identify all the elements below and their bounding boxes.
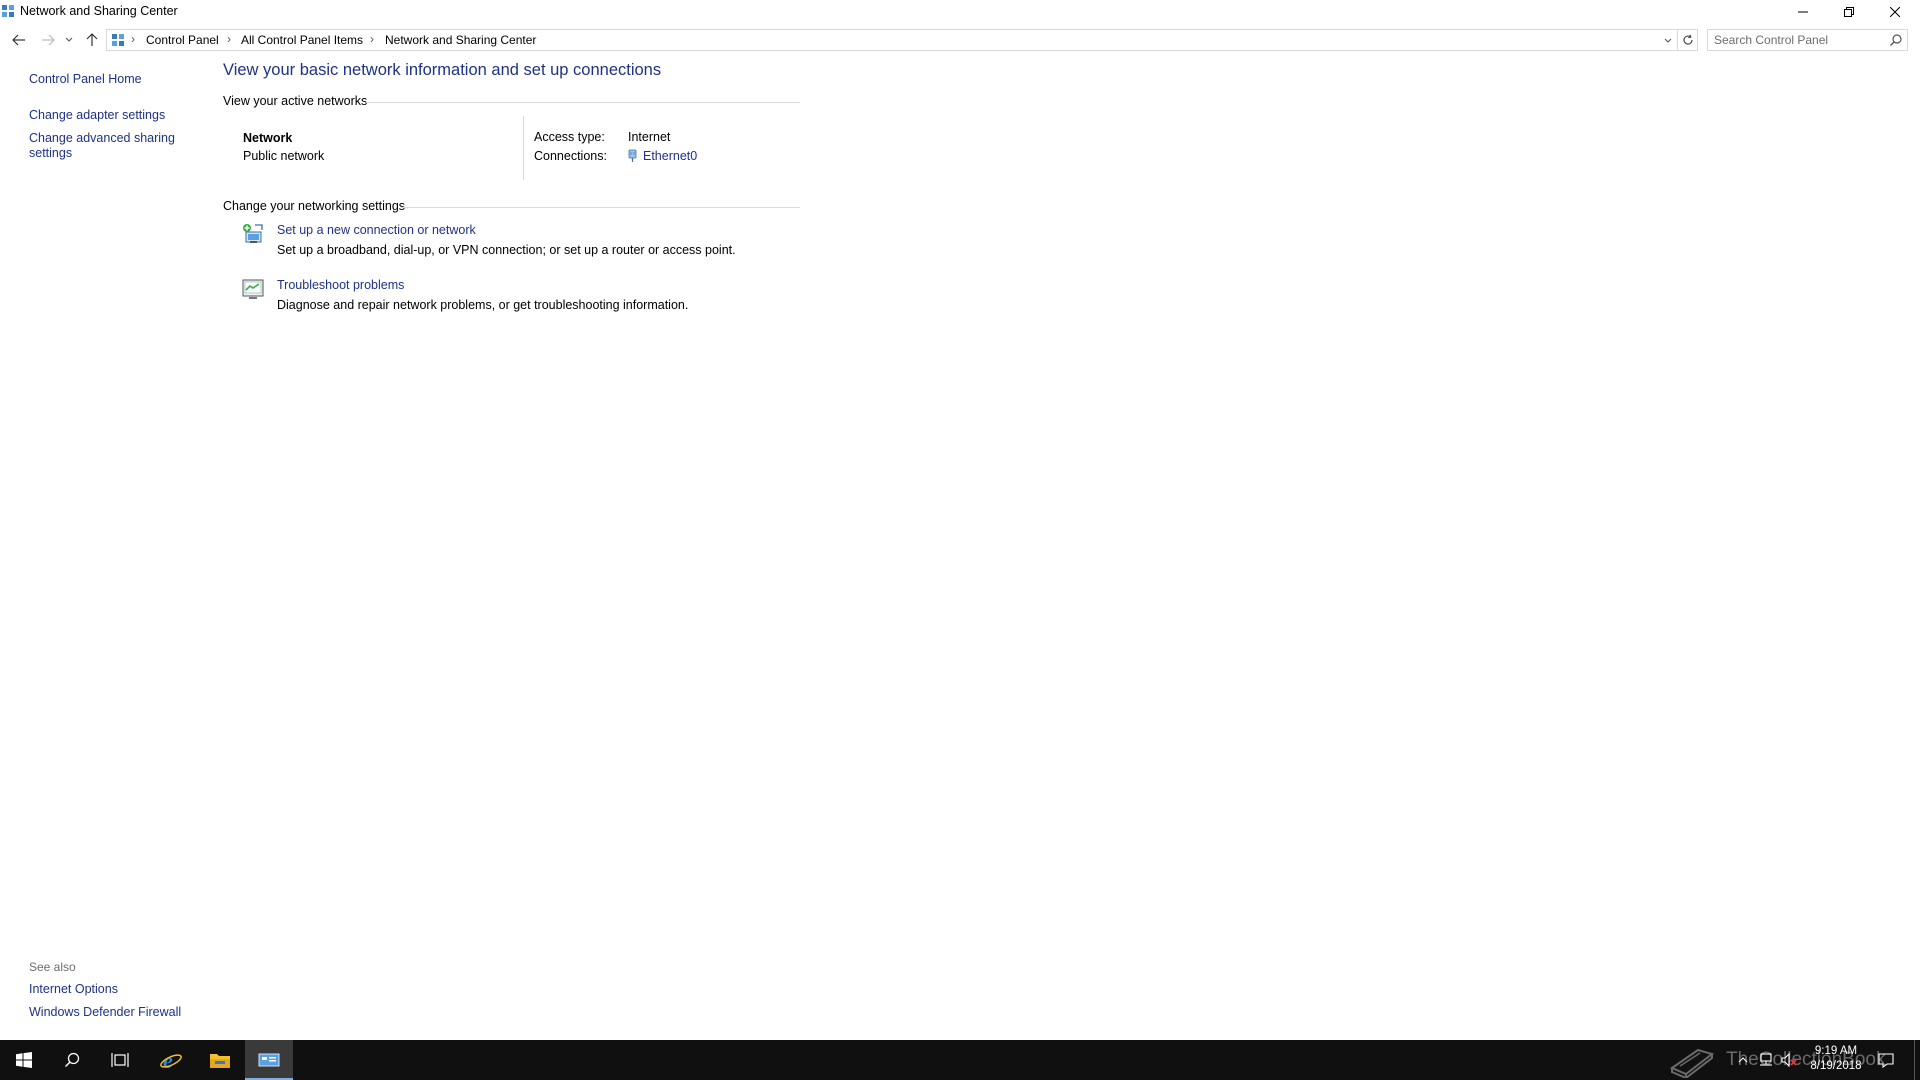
chevron-up-icon xyxy=(1738,1057,1748,1063)
breadcrumb-control-panel[interactable]: Control Panel xyxy=(146,33,219,47)
access-type-label: Access type: xyxy=(534,130,605,144)
back-button[interactable] xyxy=(9,30,29,50)
up-arrow-icon xyxy=(86,33,98,46)
control-panel-home-link[interactable]: Control Panel Home xyxy=(29,72,189,87)
network-name: Network xyxy=(243,131,293,145)
left-task-pane: Control Panel Home Change adapter settin… xyxy=(0,56,200,1036)
title-bar: Network and Sharing Center xyxy=(0,0,1920,24)
network-center-app-icon xyxy=(2,5,14,17)
internet-explorer-button[interactable]: e xyxy=(147,1040,195,1080)
ethernet-connection-name[interactable]: Ethernet0 xyxy=(643,149,697,163)
restore-icon xyxy=(1844,7,1854,17)
chevron-down-icon xyxy=(65,37,73,42)
address-bar[interactable]: › Control Panel › All Control Panel Item… xyxy=(106,29,1678,51)
file-explorer-button[interactable] xyxy=(196,1040,244,1080)
show-desktop-button[interactable] xyxy=(1914,1040,1915,1080)
search-icon[interactable] xyxy=(1889,33,1903,47)
forward-arrow-icon xyxy=(42,34,55,46)
active-networks-heading: View your active networks xyxy=(223,94,368,108)
setup-new-connection-link[interactable]: Set up a new connection or network xyxy=(277,223,476,237)
breadcrumb-separator: › xyxy=(131,32,135,46)
minimize-button[interactable] xyxy=(1780,0,1826,24)
network-category: Public network xyxy=(243,149,325,163)
search-input[interactable] xyxy=(1714,30,1884,50)
recent-locations-button[interactable] xyxy=(62,30,76,50)
connections-label: Connections: xyxy=(534,149,607,163)
taskbar-clock[interactable]: 9:19 AM 8/19/2018 xyxy=(1796,1044,1876,1074)
divider xyxy=(401,207,800,208)
breadcrumb-separator: › xyxy=(370,32,374,46)
ethernet-icon xyxy=(628,149,637,162)
control-panel-icon xyxy=(112,34,124,46)
show-hidden-icons-button[interactable] xyxy=(1734,1050,1752,1070)
volume-muted-icon xyxy=(1781,1053,1797,1067)
new-connection-icon xyxy=(243,224,263,243)
refresh-icon xyxy=(1683,34,1693,45)
change-advanced-sharing-link[interactable]: Change advanced sharing settings xyxy=(29,131,189,161)
access-type-value: Internet xyxy=(628,130,671,144)
change-adapter-settings-link[interactable]: Change adapter settings xyxy=(29,108,189,123)
network-tray-button[interactable] xyxy=(1757,1050,1775,1070)
up-button[interactable] xyxy=(82,30,102,50)
taskbar-search-button[interactable] xyxy=(48,1040,96,1080)
navigation-bar: › Control Panel › All Control Panel Item… xyxy=(0,26,1920,54)
restore-button[interactable] xyxy=(1826,0,1872,24)
troubleshoot-problems-link[interactable]: Troubleshoot problems xyxy=(277,278,404,292)
taskbar: e TheCollectionBook 9:19 AM 8/19/2018 xyxy=(0,1040,1920,1080)
file-explorer-icon xyxy=(210,1054,230,1068)
search-box[interactable] xyxy=(1707,29,1908,51)
task-view-icon xyxy=(111,1053,129,1067)
breadcrumb-all-items[interactable]: All Control Panel Items xyxy=(241,33,363,47)
setup-new-connection-description: Set up a broadband, dial-up, or VPN conn… xyxy=(277,243,736,257)
internet-explorer-icon: e xyxy=(160,1048,182,1072)
task-view-button[interactable] xyxy=(96,1040,144,1080)
network-center-icon xyxy=(258,1053,280,1067)
refresh-button[interactable] xyxy=(1678,29,1698,51)
minimize-icon xyxy=(1798,11,1808,13)
back-arrow-icon xyxy=(12,34,25,46)
forward-button[interactable] xyxy=(38,30,58,50)
breadcrumb-network-center[interactable]: Network and Sharing Center xyxy=(385,33,536,47)
troubleshoot-icon xyxy=(242,279,264,299)
start-button[interactable] xyxy=(0,1040,48,1080)
close-button[interactable] xyxy=(1872,0,1918,24)
networking-settings-heading: Change your networking settings xyxy=(223,199,406,213)
clock-time: 9:19 AM xyxy=(1814,1045,1858,1057)
window-title: Network and Sharing Center xyxy=(20,4,178,18)
action-center-button[interactable] xyxy=(1877,1050,1895,1070)
divider xyxy=(366,102,800,103)
see-also-label: See also xyxy=(29,960,76,974)
search-icon xyxy=(64,1052,80,1068)
divider xyxy=(523,116,524,180)
clock-date: 8/19/2018 xyxy=(1810,1060,1862,1072)
troubleshoot-problems-description: Diagnose and repair network problems, or… xyxy=(277,298,689,312)
address-dropdown-button[interactable] xyxy=(1659,33,1677,49)
network-tray-icon xyxy=(1760,1053,1772,1066)
defender-firewall-link[interactable]: Windows Defender Firewall xyxy=(29,1005,189,1020)
page-title: View your basic network information and … xyxy=(223,61,662,79)
book-logo-icon xyxy=(1669,1048,1715,1078)
start-icon xyxy=(16,1052,32,1068)
ethernet-connection-link[interactable]: Ethernet0 xyxy=(628,149,697,163)
internet-options-link[interactable]: Internet Options xyxy=(29,982,189,997)
notification-icon xyxy=(1878,1053,1894,1068)
close-icon xyxy=(1890,7,1900,17)
network-center-taskbar-button[interactable] xyxy=(245,1040,293,1080)
breadcrumb-separator: › xyxy=(227,32,231,46)
chevron-down-icon xyxy=(1664,38,1672,43)
